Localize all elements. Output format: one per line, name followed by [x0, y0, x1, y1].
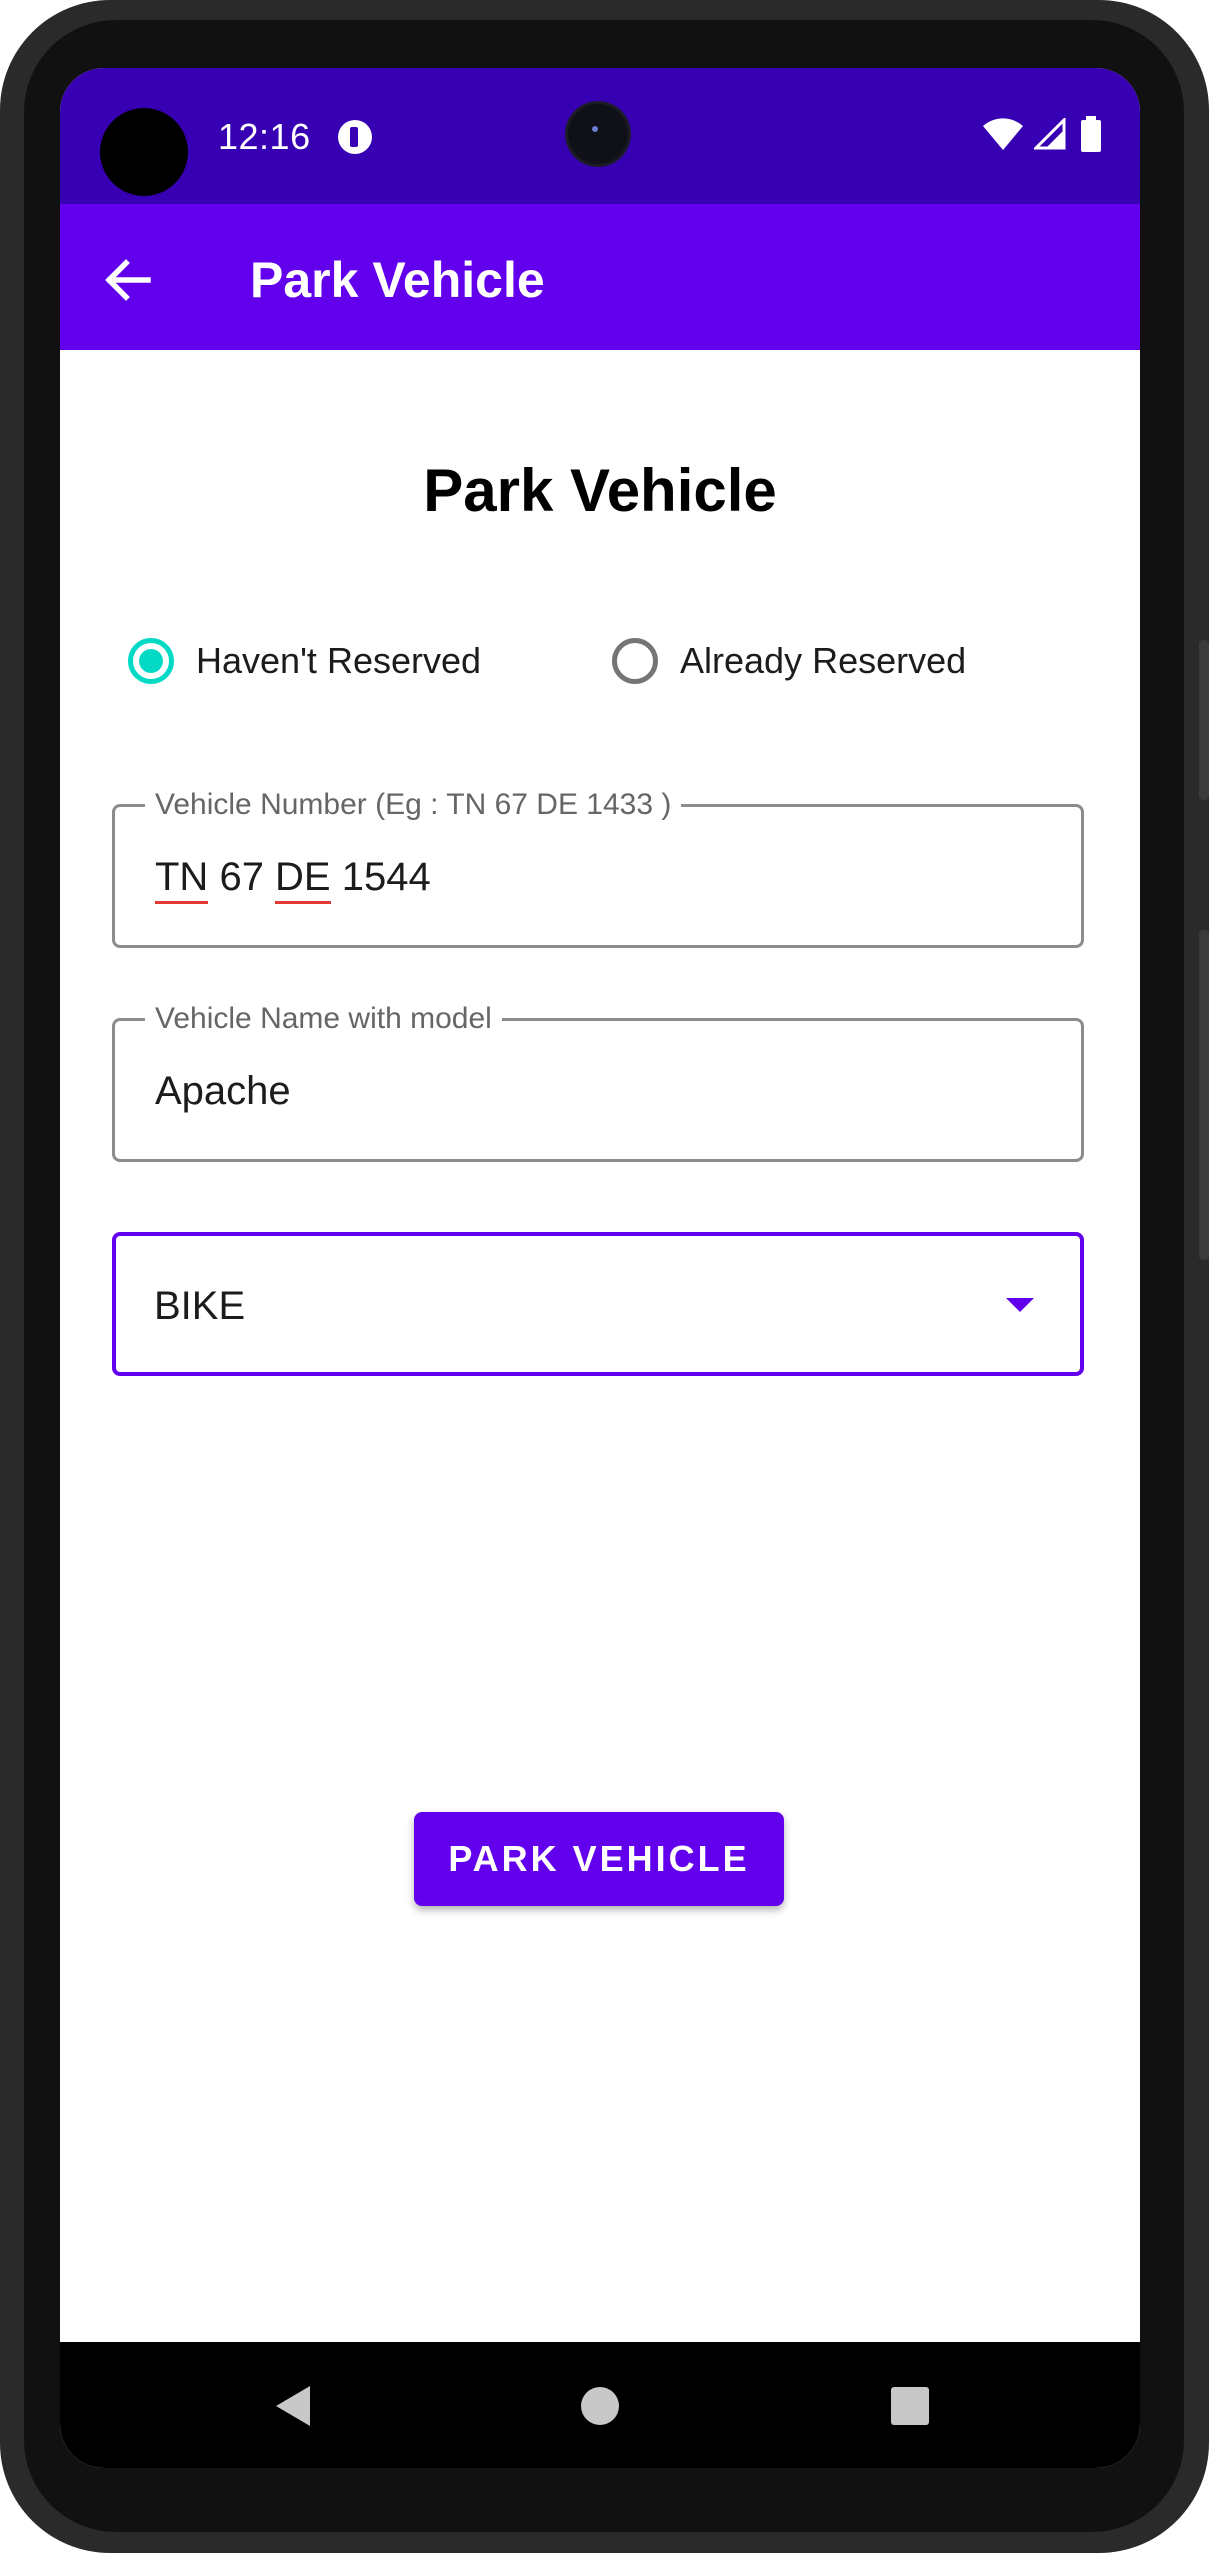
volume-button	[1199, 930, 1209, 1260]
front-camera-cutout	[100, 108, 188, 196]
nav-recents-button[interactable]	[886, 2382, 934, 2430]
back-triangle-icon	[276, 2386, 310, 2426]
vehicle-name-value: Apache	[155, 1069, 291, 1113]
power-button	[1199, 640, 1209, 800]
radio-label-already-reserved: Already Reserved	[680, 640, 967, 681]
vehicle-name-field[interactable]: Vehicle Name with model Apache	[112, 1001, 1084, 1162]
radio-already-reserved[interactable]: Already Reserved	[612, 626, 966, 696]
battery-icon	[1081, 116, 1101, 152]
back-button[interactable]	[100, 252, 156, 308]
vehicle-number-field[interactable]: Vehicle Number (Eg : TN 67 DE 1433 ) TN …	[112, 787, 1084, 948]
radio-label-havent-reserved: Haven't Reserved	[196, 640, 482, 681]
wifi-icon	[983, 118, 1023, 150]
radio-checked-icon	[128, 638, 174, 684]
vehicle-number-label: Vehicle Number (Eg : TN 67 DE 1433 )	[145, 787, 682, 823]
camera-lens	[568, 104, 628, 164]
nav-home-button[interactable]	[576, 2382, 624, 2430]
dropdown-arrow-icon	[1006, 1298, 1034, 1312]
recents-square-icon	[891, 2387, 929, 2425]
vehicle-number-part: TN	[155, 855, 209, 904]
app-notification-icon	[338, 120, 372, 154]
cell-signal-icon	[1034, 118, 1066, 150]
park-vehicle-button[interactable]: PARK VEHICLE	[414, 1812, 784, 1906]
status-icons	[982, 116, 1122, 156]
screen: 12:16 Park Vehicle Park Vehicle Haven't …	[60, 68, 1140, 2468]
vehicle-name-label: Vehicle Name with model	[145, 1001, 502, 1037]
page-title: Park Vehicle	[423, 457, 777, 524]
vehicle-number-part: 1544	[330, 855, 431, 899]
app-bar: Park Vehicle	[60, 204, 1140, 350]
radio-havent-reserved[interactable]: Haven't Reserved	[128, 626, 481, 696]
vehicle-number-value: TN 67 DE 1544	[155, 853, 431, 904]
vehicle-type-dropdown[interactable]: BIKE	[112, 1232, 1084, 1376]
vehicle-number-part: DE	[275, 855, 331, 904]
status-bar: 12:16	[60, 68, 1140, 204]
home-circle-icon	[581, 2387, 619, 2425]
vehicle-type-selected: BIKE	[154, 1284, 246, 1328]
radio-unchecked-icon	[612, 638, 658, 684]
vehicle-number-part: 67	[208, 855, 276, 899]
nav-back-button[interactable]	[270, 2382, 318, 2430]
app-bar-title: Park Vehicle	[250, 252, 545, 308]
status-clock: 12:16	[218, 116, 311, 157]
arrow-back-icon	[105, 259, 151, 301]
navigation-bar	[60, 2342, 1140, 2468]
